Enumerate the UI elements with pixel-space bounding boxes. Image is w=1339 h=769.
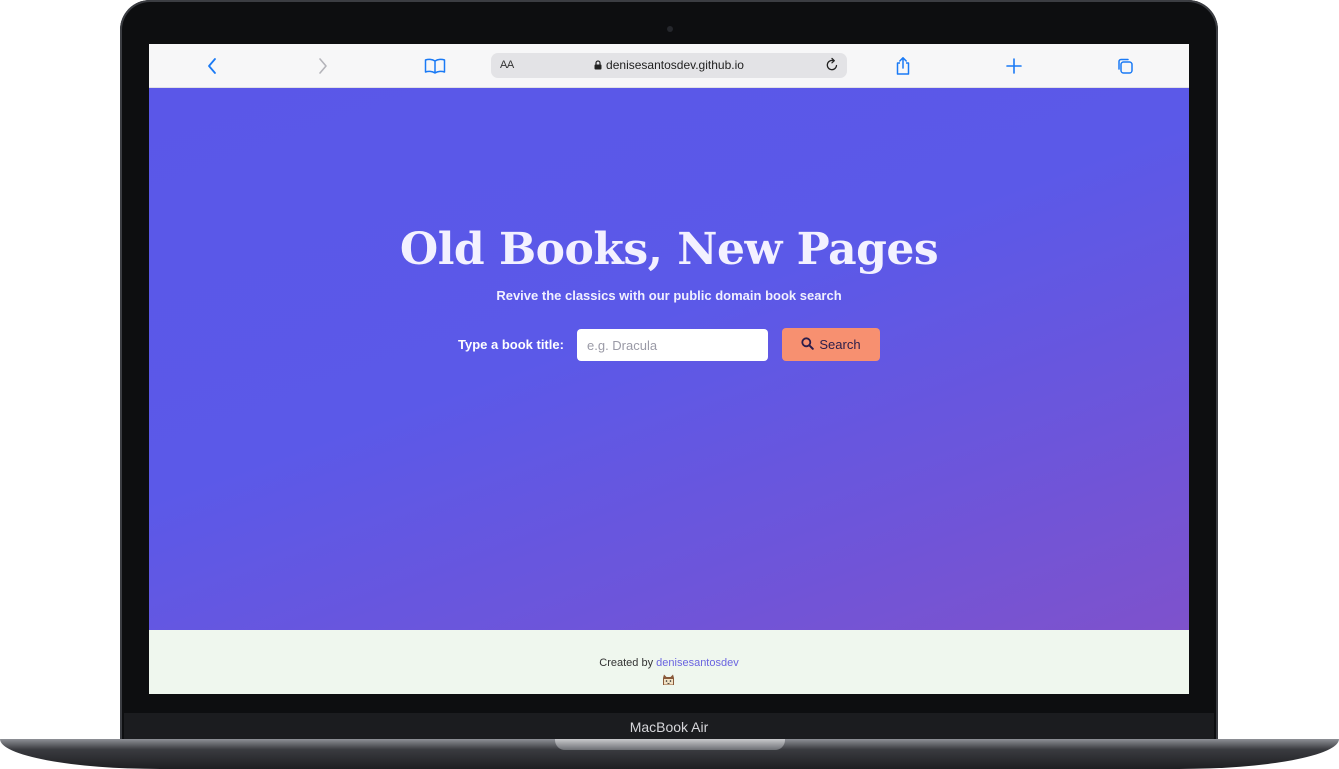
camera-icon [667,26,673,32]
footer-created-by: Created by [599,657,654,669]
footer-credit: Created by denisesantosdev [149,657,1189,669]
chevron-right-icon[interactable] [311,54,335,78]
book-title-input[interactable] [577,329,768,361]
book-open-icon[interactable] [423,54,447,78]
search-button-label: Search [819,337,861,352]
page-footer: Created by denisesantosdev [149,630,1189,694]
url-text: denisesantosdev.github.io [606,58,744,72]
plus-icon[interactable] [1002,54,1026,78]
page-title: Old Books, New Pages [399,224,939,275]
device-label: MacBook Air [629,719,709,735]
reload-icon[interactable] [825,57,839,78]
chevron-left-icon[interactable] [200,54,224,78]
url-text-wrap: denisesantosdev.github.io [491,58,847,73]
laptop-chin: MacBook Air [124,713,1214,739]
tabs-overview-icon[interactable] [1113,54,1137,78]
safari-toolbar: AA denisesantosdev.github.io [149,44,1189,88]
page-subtitle: Revive the classics with our public doma… [496,288,842,303]
browser-screen: AA denisesantosdev.github.io Old Books, … [149,44,1189,694]
lock-icon [594,59,602,73]
address-bar[interactable]: AA denisesantosdev.github.io [491,53,847,78]
share-icon[interactable] [891,54,915,78]
search-button[interactable]: Search [782,328,880,361]
search-label: Type a book title: [458,337,564,352]
cat-face-emoji-icon [662,673,675,685]
search-icon [801,336,815,353]
author-link[interactable]: denisesantosdev [656,657,739,669]
search-form: Type a book title: Search [149,328,1189,362]
laptop-hinge-notch [555,739,785,750]
hero-section: Old Books, New Pages Revive the classics… [149,88,1189,630]
